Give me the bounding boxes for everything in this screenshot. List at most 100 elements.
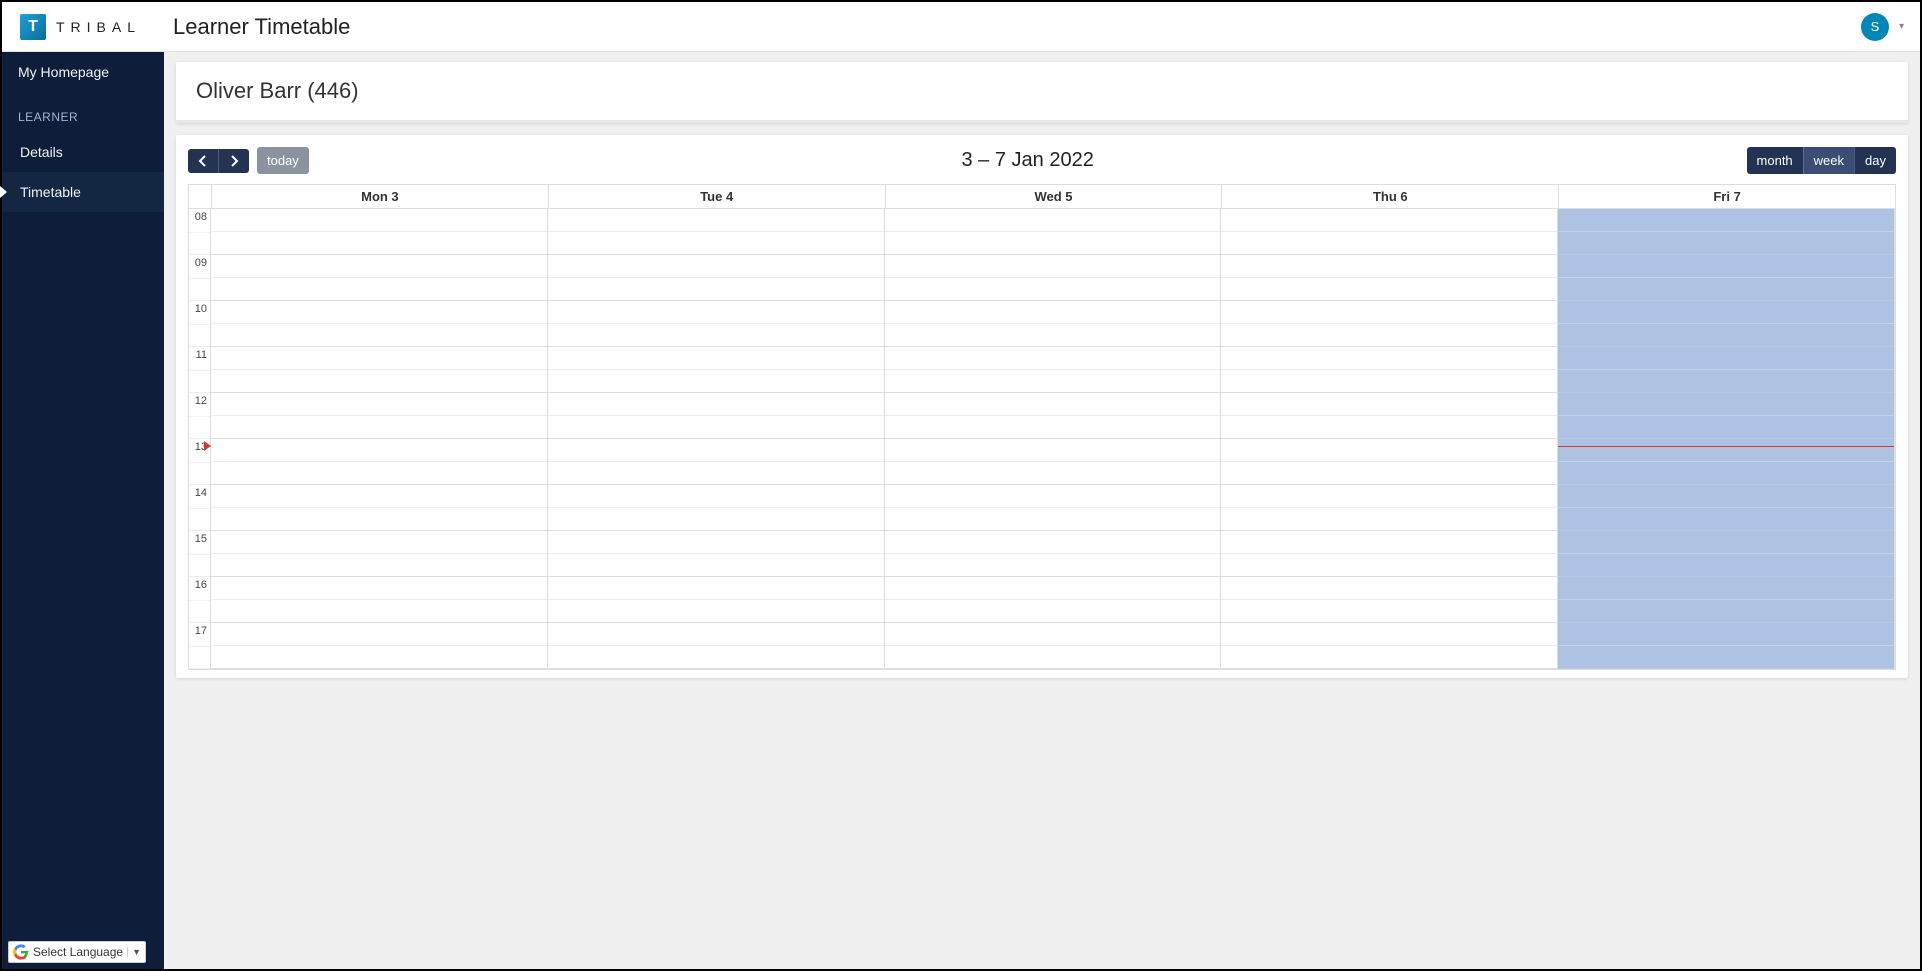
time-slot[interactable] (1221, 531, 1557, 554)
time-slot[interactable] (548, 462, 884, 485)
sidebar-item-homepage[interactable]: My Homepage (2, 52, 164, 92)
time-slot[interactable] (1221, 462, 1557, 485)
time-slot[interactable] (1558, 301, 1894, 324)
day-column[interactable] (1221, 209, 1558, 669)
time-slot[interactable] (1558, 646, 1894, 669)
day-column[interactable] (548, 209, 885, 669)
time-slot[interactable] (1221, 324, 1557, 347)
time-slot[interactable] (211, 439, 547, 462)
time-slot[interactable] (885, 577, 1221, 600)
time-slot[interactable] (1221, 301, 1557, 324)
time-slot[interactable] (548, 209, 884, 232)
time-slot[interactable] (1221, 485, 1557, 508)
time-slot[interactable] (1558, 508, 1894, 531)
prev-button[interactable] (188, 149, 218, 173)
time-slot[interactable] (1558, 370, 1894, 393)
time-slot[interactable] (885, 347, 1221, 370)
time-slot[interactable] (1221, 255, 1557, 278)
time-slot[interactable] (1221, 439, 1557, 462)
time-slot[interactable] (548, 554, 884, 577)
time-slot[interactable] (548, 416, 884, 439)
time-slot[interactable] (1558, 462, 1894, 485)
time-slot[interactable] (885, 278, 1221, 301)
time-slot[interactable] (885, 646, 1221, 669)
time-slot[interactable] (548, 577, 884, 600)
time-slot[interactable] (1221, 508, 1557, 531)
time-slot[interactable] (885, 324, 1221, 347)
time-slot[interactable] (548, 531, 884, 554)
time-slot[interactable] (885, 301, 1221, 324)
time-slot[interactable] (1558, 623, 1894, 646)
time-slot[interactable] (885, 462, 1221, 485)
time-slot[interactable] (1221, 209, 1557, 232)
time-slot[interactable] (885, 623, 1221, 646)
time-slot[interactable] (1221, 416, 1557, 439)
time-slot[interactable] (885, 393, 1221, 416)
time-slot[interactable] (211, 301, 547, 324)
view-week-button[interactable]: week (1803, 147, 1854, 174)
time-slot[interactable] (1221, 347, 1557, 370)
time-slot[interactable] (211, 416, 547, 439)
time-slot[interactable] (211, 255, 547, 278)
avatar[interactable]: S (1861, 13, 1889, 41)
time-slot[interactable] (885, 439, 1221, 462)
time-slot[interactable] (211, 554, 547, 577)
sidebar-item-timetable[interactable]: Timetable (2, 172, 164, 212)
time-slot[interactable] (885, 370, 1221, 393)
time-slot[interactable] (1558, 255, 1894, 278)
day-column[interactable] (885, 209, 1222, 669)
time-slot[interactable] (1558, 439, 1894, 462)
time-slot[interactable] (1221, 370, 1557, 393)
time-slot[interactable] (885, 531, 1221, 554)
time-slot[interactable] (885, 255, 1221, 278)
time-slot[interactable] (885, 232, 1221, 255)
time-slot[interactable] (211, 209, 547, 232)
time-slot[interactable] (885, 508, 1221, 531)
time-slot[interactable] (1221, 577, 1557, 600)
time-slot[interactable] (548, 508, 884, 531)
time-slot[interactable] (211, 600, 547, 623)
time-slot[interactable] (548, 347, 884, 370)
time-slot[interactable] (548, 623, 884, 646)
time-slot[interactable] (211, 278, 547, 301)
time-slot[interactable] (211, 393, 547, 416)
time-slot[interactable] (548, 324, 884, 347)
time-slot[interactable] (548, 278, 884, 301)
time-slot[interactable] (885, 209, 1221, 232)
time-slot[interactable] (1558, 531, 1894, 554)
time-slot[interactable] (885, 600, 1221, 623)
time-slot[interactable] (211, 531, 547, 554)
time-slot[interactable] (1558, 209, 1894, 232)
chevron-down-icon[interactable]: ▾ (1899, 21, 1904, 32)
time-slot[interactable] (548, 600, 884, 623)
time-slot[interactable] (1221, 232, 1557, 255)
time-slot[interactable] (1221, 600, 1557, 623)
time-slot[interactable] (211, 577, 547, 600)
time-slot[interactable] (548, 255, 884, 278)
time-slot[interactable] (885, 485, 1221, 508)
time-slot[interactable] (1558, 416, 1894, 439)
time-slot[interactable] (211, 508, 547, 531)
time-slot[interactable] (548, 439, 884, 462)
time-slot[interactable] (548, 485, 884, 508)
time-slot[interactable] (211, 370, 547, 393)
time-slot[interactable] (1221, 554, 1557, 577)
time-slot[interactable] (211, 232, 547, 255)
language-selector[interactable]: Select Language ▼ (8, 941, 146, 963)
view-month-button[interactable]: month (1747, 147, 1803, 174)
today-button[interactable]: today (257, 147, 309, 174)
time-slot[interactable] (1221, 393, 1557, 416)
time-slot[interactable] (211, 623, 547, 646)
time-slot[interactable] (548, 646, 884, 669)
next-button[interactable] (218, 149, 249, 173)
time-slot[interactable] (211, 324, 547, 347)
time-slot[interactable] (548, 301, 884, 324)
time-slot[interactable] (1221, 278, 1557, 301)
time-slot[interactable] (211, 462, 547, 485)
time-slot[interactable] (1558, 485, 1894, 508)
time-slot[interactable] (1558, 577, 1894, 600)
time-slot[interactable] (548, 232, 884, 255)
time-slot[interactable] (1558, 600, 1894, 623)
time-slot[interactable] (885, 416, 1221, 439)
time-slot[interactable] (211, 646, 547, 669)
